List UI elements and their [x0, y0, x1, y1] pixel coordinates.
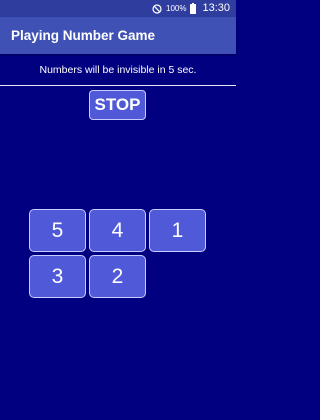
status-bar: 100% 13:30	[0, 0, 236, 17]
number-tile[interactable]: 4	[89, 209, 146, 252]
battery-icon	[190, 3, 197, 14]
status-icons: 100% 13:30	[152, 0, 230, 17]
number-tile[interactable]: 5	[29, 209, 86, 252]
battery-percent: 100%	[166, 4, 187, 13]
stop-button[interactable]: STOP	[89, 90, 146, 120]
divider	[0, 85, 236, 86]
number-tile[interactable]: 2	[89, 255, 146, 298]
countdown-message: Numbers will be invisible in 5 sec.	[39, 64, 197, 76]
do-not-disturb-icon	[152, 3, 162, 14]
status-clock: 13:30	[202, 2, 230, 14]
app-title: Playing Number Game	[11, 28, 156, 43]
number-tile[interactable]: 1	[149, 209, 206, 252]
app-bar: Playing Number Game	[0, 17, 236, 54]
number-tile[interactable]: 3	[29, 255, 86, 298]
